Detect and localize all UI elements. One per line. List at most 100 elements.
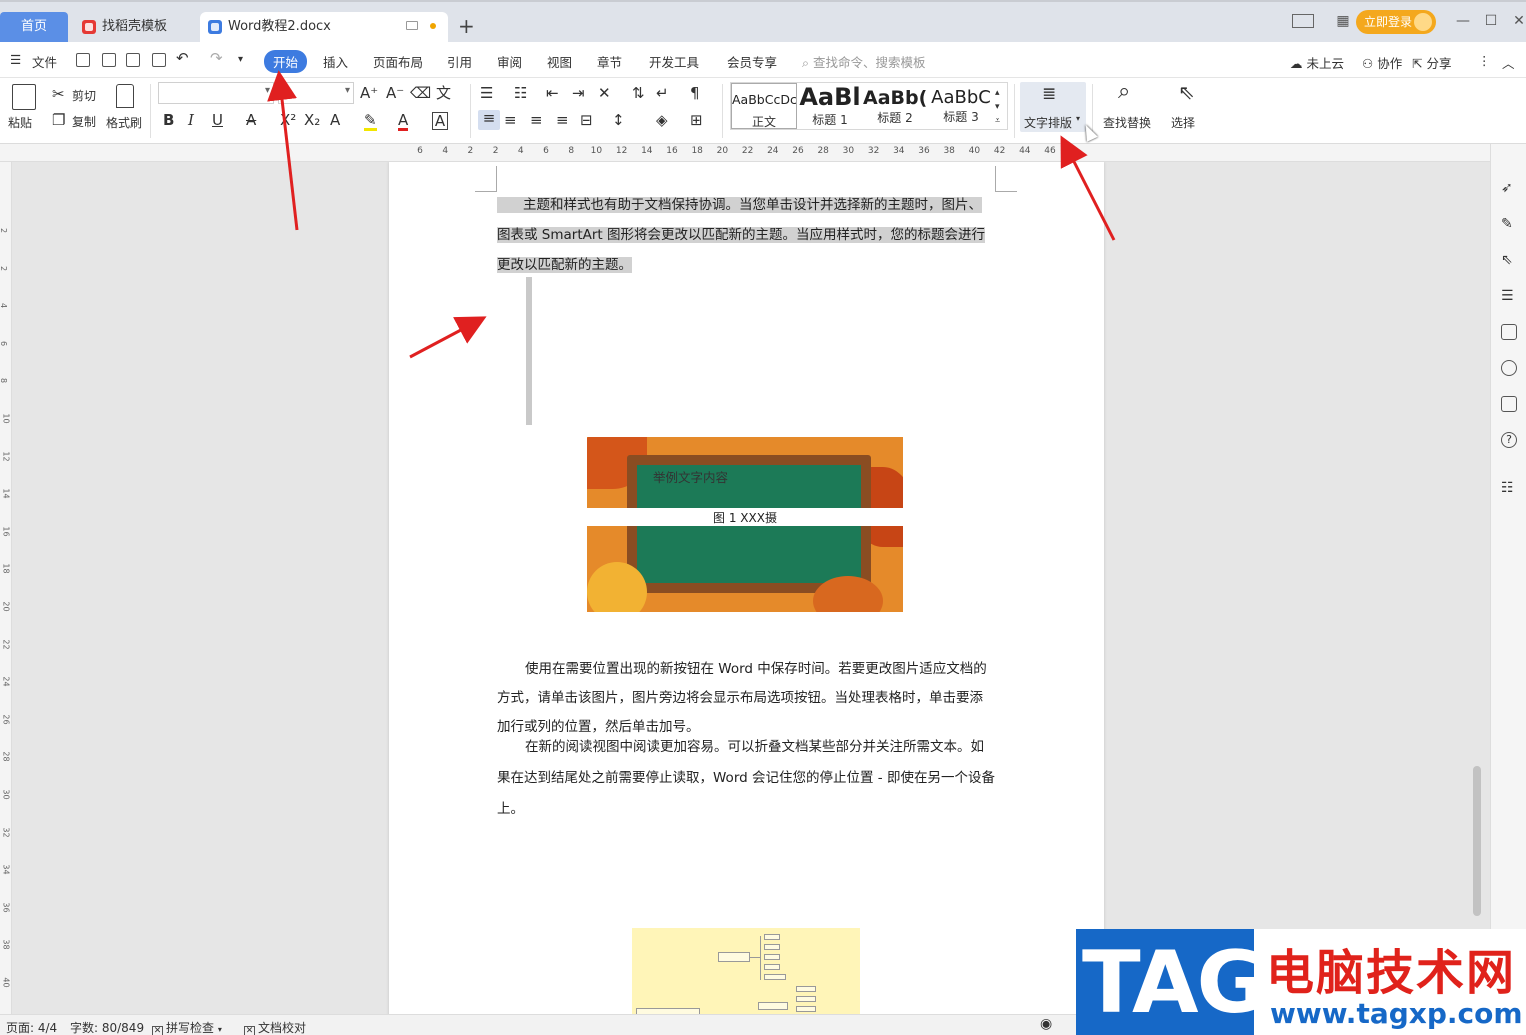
underline-icon[interactable]: U <box>212 112 223 128</box>
align-right-icon[interactable]: ≡ <box>530 112 543 128</box>
style-heading-2[interactable]: AaBb( 标题 2 <box>863 83 927 129</box>
more-icon[interactable]: ⋮ <box>1478 53 1491 68</box>
format-painter-label[interactable]: 格式刷 <box>106 114 142 131</box>
vertical-scrollbar[interactable] <box>1473 166 1481 1014</box>
word-count[interactable]: 字数: 80/849 <box>70 1019 144 1035</box>
text-effect-icon[interactable]: A <box>330 112 340 128</box>
text-layout-button[interactable]: ≣ 文字排版 ▾ <box>1020 82 1086 132</box>
eye-protect-icon[interactable]: ◉ <box>1040 1016 1052 1032</box>
bold-icon[interactable]: B <box>163 112 174 128</box>
bullet-list-icon[interactable]: ☰ <box>480 85 493 101</box>
collab-button[interactable]: ⚇ 协作 <box>1362 53 1402 72</box>
close-icon[interactable]: ✕ <box>1510 14 1526 28</box>
autumn-chalkboard-image[interactable]: 举例文字内容 图 1 XXX摄 <box>587 437 903 612</box>
align-center-icon[interactable]: ≡ <box>504 112 517 128</box>
paragraph-selected[interactable]: 主题和样式也有助于文档保持协调。当您单击设计并选择新的主题时，图片、图表或 Sm… <box>497 190 995 280</box>
font-shrink-icon[interactable]: A⁻ <box>386 85 404 101</box>
document-canvas[interactable]: 主题和样式也有助于文档保持协调。当您单击设计并选择新的主题时，图片、图表或 Sm… <box>12 162 1490 1014</box>
menu-file[interactable]: 文件 <box>32 52 57 71</box>
paragraph[interactable]: 在新的阅读视图中阅读更加容易。可以折叠文档某些部分并关注所需文本。如果在达到结尾… <box>497 732 995 825</box>
hamburger-icon[interactable]: ☰ <box>10 52 21 67</box>
superscript-icon[interactable]: X² <box>280 112 296 128</box>
maximize-icon[interactable]: ☐ <box>1482 14 1500 28</box>
cut-label[interactable]: 剪切 <box>72 87 96 104</box>
save-icon[interactable] <box>76 53 90 67</box>
menu-section[interactable]: 章节 <box>597 52 622 71</box>
clear-format-icon[interactable]: ⌫ <box>410 85 431 101</box>
chinese-layout-icon[interactable]: ✕ <box>598 85 611 101</box>
menu-review[interactable]: 审阅 <box>497 52 522 71</box>
highlight-icon[interactable]: ✎ <box>364 112 377 131</box>
font-name-select[interactable] <box>158 82 274 104</box>
paragraph-text[interactable]: 使用在需要位置出现的新按钮在 Word 中保存时间。若要更改图片适应文档的方式，… <box>497 661 987 735</box>
paste-label[interactable]: 粘贴 <box>8 114 32 131</box>
menu-start[interactable]: 开始 <box>264 50 308 73</box>
image-tool-icon[interactable] <box>1501 324 1517 340</box>
cloud-status[interactable]: ☁ 未上云 <box>1290 53 1344 72</box>
cut-icon[interactable]: ✂ <box>52 86 65 102</box>
paragraph-text[interactable]: 在新的阅读视图中阅读更加容易。可以折叠文档某些部分并关注所需文本。如果在达到结尾… <box>497 739 995 817</box>
print-preview-icon[interactable] <box>152 53 166 67</box>
vertical-ruler[interactable]: 224681012141618202224262830323436384042 <box>0 162 12 1025</box>
menu-insert[interactable]: 插入 <box>323 52 348 71</box>
gallery-expand-icon[interactable]: ⩡ <box>995 113 1000 129</box>
redo-icon[interactable]: ↷ <box>210 49 223 67</box>
style-heading-1[interactable]: AaBl 标题 1 <box>799 83 861 129</box>
shading-icon[interactable]: ◈ <box>656 112 668 128</box>
numbered-list-icon[interactable]: ☷ <box>514 85 527 101</box>
proofread-button[interactable]: ✕ 文档校对 <box>244 1019 306 1035</box>
share-button[interactable]: ⇱ 分享 <box>1412 53 1451 72</box>
minimize-icon[interactable]: — <box>1454 14 1472 28</box>
page-count[interactable]: 页面: 4/4 <box>6 1019 57 1035</box>
undo-icon[interactable]: ↶ <box>176 49 189 67</box>
copy-icon[interactable]: ❐ <box>52 112 65 128</box>
save-as-icon[interactable] <box>102 53 116 67</box>
copy-label[interactable]: 复制 <box>72 113 96 130</box>
figure-caption[interactable]: 图 1 XXX摄 <box>587 509 903 526</box>
decrease-indent-icon[interactable]: ⇤ <box>546 85 559 101</box>
print-icon[interactable] <box>126 53 140 67</box>
subscript-icon[interactable]: X₂ <box>304 112 320 128</box>
quick-access-more-icon[interactable]: ▾ <box>238 54 243 65</box>
pointer-icon[interactable]: ⇖ <box>1501 252 1517 268</box>
login-button[interactable]: 立即登录 <box>1356 10 1436 34</box>
new-tab-plus-icon[interactable]: + <box>458 14 475 38</box>
font-color-icon[interactable]: A <box>398 112 409 131</box>
sliders-icon[interactable]: ☰ <box>1501 288 1517 304</box>
distribute-icon[interactable]: ⊟ <box>580 112 593 128</box>
font-grow-icon[interactable]: A⁺ <box>360 85 378 101</box>
tab-daoke-templates[interactable]: 找稻壳模板 <box>74 12 194 42</box>
document-page[interactable]: 主题和样式也有助于文档保持协调。当您单击设计并选择新的主题时，图片、图表或 Sm… <box>389 162 1104 1014</box>
spell-check-button[interactable]: ✕ 拼写检查 ▾ <box>152 1019 222 1035</box>
scrollbar-thumb[interactable] <box>1473 766 1481 916</box>
collapse-ribbon-icon[interactable]: ︿ <box>1502 53 1515 72</box>
menu-member[interactable]: 会员专享 <box>727 52 777 71</box>
sort-icon[interactable]: ↵ <box>656 85 669 101</box>
command-search[interactable]: ⌕ 查找命令、搜索模板 <box>802 52 926 71</box>
location-icon[interactable] <box>1501 360 1517 376</box>
tab-home[interactable]: 首页 <box>0 12 68 42</box>
text-clear-icon[interactable]: ☷ <box>1501 480 1517 496</box>
italic-icon[interactable]: I <box>188 112 194 128</box>
borders-icon[interactable]: ⊞ <box>690 112 703 128</box>
menu-developer[interactable]: 开发工具 <box>649 52 699 71</box>
image-overlay-text[interactable]: 举例文字内容 <box>653 467 728 486</box>
phonetic-icon[interactable]: 文 <box>436 85 451 101</box>
mindmap-image[interactable] <box>632 928 860 1014</box>
style-normal[interactable]: AaBbCcDc 正文 <box>731 83 797 129</box>
layout-toggle-icon[interactable] <box>1292 14 1314 28</box>
format-painter-icon[interactable] <box>116 84 134 108</box>
line-spacing-icon[interactable]: ↕ <box>612 112 625 128</box>
justify-icon[interactable]: ≡ <box>556 112 569 128</box>
pen-icon[interactable]: ✎ <box>1501 216 1517 232</box>
align-left-icon[interactable]: ≡ <box>478 110 500 130</box>
tab-document[interactable]: Word教程2.docx <box>200 12 448 42</box>
help-icon[interactable]: ? <box>1501 432 1517 448</box>
rocket-icon[interactable]: ➶ <box>1501 180 1517 196</box>
paste-icon[interactable] <box>12 84 36 110</box>
char-border-icon[interactable]: A <box>432 112 448 130</box>
paragraph[interactable]: 使用在需要位置出现的新按钮在 Word 中保存时间。若要更改图片适应文档的方式，… <box>497 655 995 742</box>
menu-references[interactable]: 引用 <box>447 52 472 71</box>
horizontal-ruler[interactable]: 6 4 2 2 4 6 8 10 12 14 16 18 20 22 24 26 28 30 32 34 36 38 40 4… <box>0 144 1490 162</box>
menu-view[interactable]: 视图 <box>547 52 572 71</box>
